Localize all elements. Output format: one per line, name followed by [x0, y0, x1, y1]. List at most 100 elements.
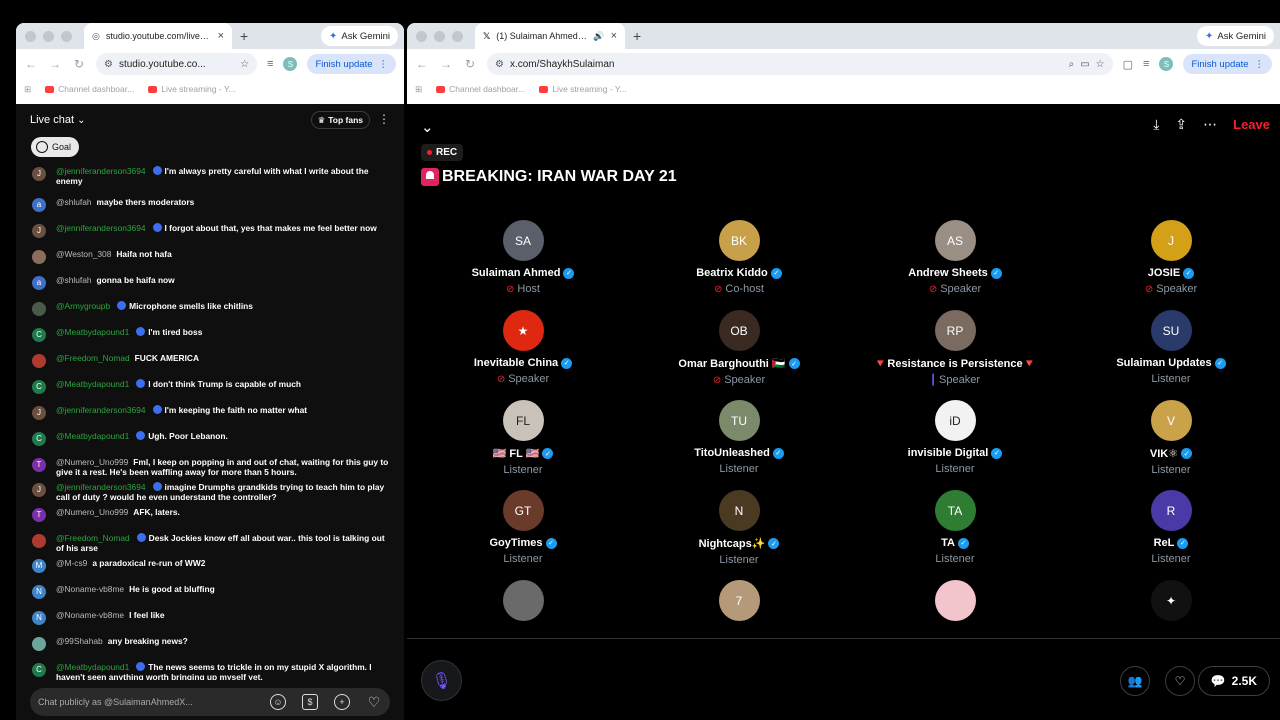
apps-grid-icon[interactable]: ⊞ [24, 84, 31, 95]
cast-icon[interactable]: ▭ [1080, 59, 1089, 70]
bookmark-live-streaming[interactable]: Live streaming - Y... [148, 84, 236, 94]
chat-message[interactable]: J @jenniferanderson3694 I'm always pretty … [32, 166, 404, 186]
reactions-button[interactable]: ♡ [1165, 666, 1195, 696]
chat-message[interactable]: M @M-cs9 a paradoxical re-run of WW2 [32, 558, 404, 573]
site-info-icon[interactable]: ⚙ [104, 59, 113, 70]
profile-avatar[interactable]: S [1159, 57, 1174, 71]
avatar[interactable]: C [32, 380, 46, 394]
message-author[interactable]: @shlufah [56, 197, 92, 207]
avatar[interactable] [32, 637, 46, 651]
avatar[interactable]: J [32, 483, 46, 497]
apps-grid-icon[interactable]: ⊞ [415, 84, 422, 95]
bookmark-star-icon[interactable]: ☆ [240, 59, 249, 70]
avatar[interactable] [32, 534, 46, 548]
participant[interactable]: V VIK⚛ ✓ Listener [1063, 400, 1279, 490]
participant-avatar[interactable]: 7 [718, 580, 760, 621]
address-bar[interactable]: ⚙ studio.youtube.co... ☆ [96, 53, 258, 75]
participant-avatar[interactable]: ★ [502, 310, 544, 351]
avatar[interactable]: a [32, 276, 46, 290]
message-author[interactable]: @Noname-vb8me [56, 610, 124, 620]
chat-message[interactable]: C @Meatbydapound1 Ugh. Poor Lebanon. [32, 431, 404, 446]
participant-avatar[interactable]: OB [718, 310, 760, 351]
chat-menu-icon[interactable]: ⋮ [378, 112, 390, 126]
participant-avatar[interactable]: AS [934, 220, 976, 261]
chat-message[interactable]: a @shlufah gonna be haifa now [32, 275, 404, 290]
chat-message-list[interactable]: J @jenniferanderson3694 I'm always pretty … [16, 166, 404, 680]
browser-tab[interactable]: ◎ studio.youtube.com/live_chat × [84, 23, 232, 49]
avatar[interactable]: M [32, 559, 46, 573]
message-author[interactable]: @Numero_Uno999 [56, 457, 128, 467]
avatar[interactable]: J [32, 224, 46, 238]
bookmark-channel-dashboard[interactable]: Channel dashboar... [45, 84, 134, 94]
message-author[interactable]: @Meatbydapound1 [56, 379, 129, 389]
chat-message[interactable]: J @jenniferanderson3694 imagine Drumphs gr… [32, 482, 404, 502]
chat-message[interactable]: @99Shahab any breaking news? [32, 636, 404, 651]
participant[interactable]: SU Sulaiman Updates ✓ Listener [1063, 310, 1279, 400]
message-author[interactable]: @jenniferanderson3694 [56, 482, 146, 492]
chat-message[interactable]: C @Meatbydapound1 I'm tired boss [32, 327, 404, 342]
chat-message[interactable]: C @Meatbydapound1 The news seems to trickl… [32, 662, 404, 680]
avatar[interactable]: C [32, 328, 46, 342]
new-tab-button[interactable]: + [633, 28, 641, 44]
window-controls[interactable] [407, 30, 475, 42]
extensions-icon[interactable]: ≡ [1143, 58, 1149, 70]
microphone-button[interactable]: 🎙 [421, 660, 462, 701]
message-author[interactable]: @Freedom_Nomad [56, 353, 130, 363]
address-bar[interactable]: ⚙ x.com/ShaykhSulaiman ⌕ ▭ ☆ [487, 53, 1113, 75]
participant[interactable]: AS Andrew Sheets ✓ ⊘ Speaker [847, 220, 1063, 310]
participant[interactable]: J JOSIE ✓ ⊘ Speaker [1063, 220, 1279, 310]
back-icon[interactable]: ← [24, 57, 38, 71]
share-icon[interactable]: ⇪ [1175, 116, 1187, 133]
chat-message[interactable]: @Weston_308 Haifa not hafa [32, 249, 404, 264]
chat-message[interactable]: @Freedom_Nomad FUCK AMERICA [32, 353, 404, 368]
chat-message[interactable]: C @Meatbydapound1 I don't think Trump is c… [32, 379, 404, 394]
participant-avatar[interactable]: FL [502, 400, 544, 441]
chat-message[interactable]: T @Numero_Uno999 AFK, laters. [32, 507, 404, 522]
forward-icon[interactable]: → [48, 57, 62, 71]
site-info-icon[interactable]: ⚙ [495, 59, 504, 70]
extensions-icon[interactable]: ≡ [267, 58, 273, 70]
chat-message[interactable]: N @Noname-vb8me I feel like [32, 610, 404, 625]
participant[interactable]: RP 🔻Resistance is Persistence🔻 ┃ Speaker [847, 310, 1063, 400]
ask-gemini-button[interactable]: ✦ Ask Gemini [321, 26, 398, 46]
new-tab-button[interactable]: + [240, 28, 248, 44]
message-author[interactable]: @Freedom_Nomad [56, 533, 130, 543]
message-author[interactable]: @Meatbydapound1 [56, 431, 129, 441]
finish-update-button[interactable]: Finish update ⋮ [1183, 54, 1272, 74]
avatar[interactable] [32, 302, 46, 316]
chat-message[interactable]: a @shlufah maybe thers moderators [32, 197, 404, 212]
message-author[interactable]: @jenniferanderson3694 [56, 405, 146, 415]
message-author[interactable]: @Meatbydapound1 [56, 327, 129, 337]
avatar[interactable]: N [32, 585, 46, 599]
close-tab-icon[interactable]: × [611, 30, 617, 42]
ask-gemini-button[interactable]: ✦ Ask Gemini [1197, 26, 1274, 46]
avatar[interactable] [32, 354, 46, 368]
participant-avatar[interactable]: TU [718, 400, 760, 441]
chat-message[interactable]: @Freedom_Nomad Desk Jockies know eff all … [32, 533, 404, 553]
participant[interactable]: N Nightcaps✨ ✓ Listener [631, 490, 847, 580]
avatar[interactable]: J [32, 406, 46, 420]
message-author[interactable]: @99Shahab [56, 636, 103, 646]
avatar[interactable]: T [32, 508, 46, 522]
participant-avatar[interactable]: iD [934, 400, 976, 441]
participant[interactable]: iD invisible Digital ✓ Listener [847, 400, 1063, 490]
bookmark-star-icon[interactable]: ☆ [1096, 59, 1105, 70]
avatar[interactable]: N [32, 611, 46, 625]
reload-icon[interactable]: ↻ [463, 57, 477, 71]
message-author[interactable]: @Numero_Uno999 [56, 507, 128, 517]
reload-icon[interactable]: ↻ [72, 57, 86, 71]
forward-icon[interactable]: → [439, 57, 453, 71]
heart-icon[interactable]: ♡ [366, 694, 382, 710]
minimize-dock-icon[interactable]: ⤓ [1153, 116, 1159, 133]
chat-message[interactable]: @Armygroupb Microphone smells like chitli… [32, 301, 404, 316]
close-tab-icon[interactable]: × [218, 30, 224, 42]
participant-avatar[interactable]: V [1150, 400, 1192, 441]
message-author[interactable]: @Armygroupb [56, 301, 110, 311]
participant-avatar[interactable] [934, 580, 976, 621]
participant[interactable]: BK Beatrix Kiddo ✓ ⊘ Co-host [631, 220, 847, 310]
participant[interactable]: R ReL ✓ Listener [1063, 490, 1279, 580]
participant-avatar[interactable]: RP [934, 310, 976, 351]
browser-tab[interactable]: 𝕏 (1) Sulaiman Ahmed (@Sh 🔊 × [475, 23, 625, 49]
participant[interactable]: TA TA ✓ Listener [847, 490, 1063, 580]
message-author[interactable]: @Meatbydapound1 [56, 662, 129, 672]
